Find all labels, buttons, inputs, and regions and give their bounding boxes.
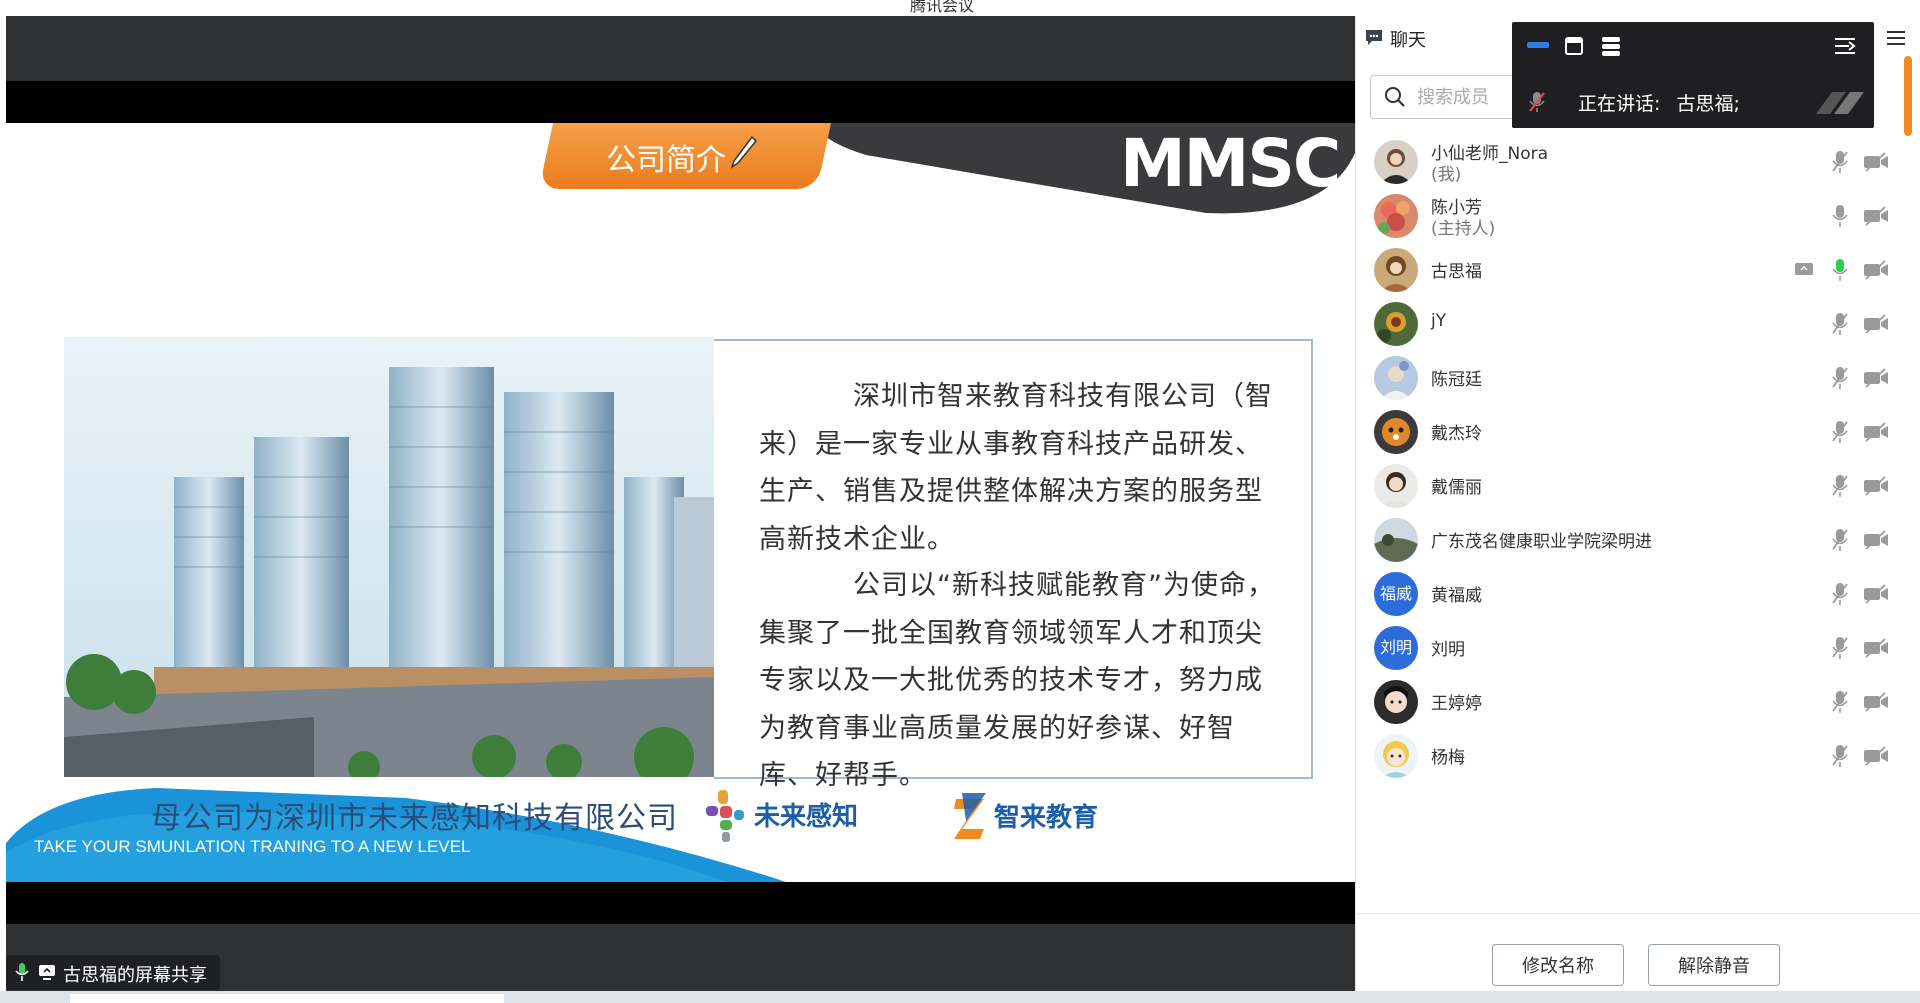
taskbar-item[interactable] [70,994,504,1003]
camera-off-icon[interactable] [1863,152,1889,172]
microphone-icon[interactable] [1831,203,1849,229]
member-name: 刘明 [1431,640,1465,660]
window-title: 腾讯会议 [910,0,975,15]
member-name: 黄福威 [1431,586,1482,606]
avatar: 刘明 [1374,626,1418,670]
avatar [1374,518,1418,562]
english-tagline: TAKE YOUR SMUNLATION TRANING TO A NEW LE… [34,837,471,856]
camera-off-icon[interactable] [1863,638,1889,658]
screen-share-icon [1795,263,1813,275]
member-role: (我) [1431,165,1462,185]
speaking-label: 正在讲话: [1578,93,1661,115]
microphone-muted-icon[interactable] [1831,581,1849,607]
avatar [1374,302,1418,346]
camera-off-icon[interactable] [1863,368,1889,388]
microphone-muted-icon[interactable] [1526,90,1548,114]
taskbar [0,991,1920,1003]
avatar [1374,464,1418,508]
layout-list-icon[interactable] [1600,35,1622,57]
brand-logo-text: MMSC [1120,125,1341,202]
intro-paragraph-2: 公司以“新科技赋能教育”为使命，集聚了一批全国教育领域领军人才和顶尖专家以及一大… [759,570,1275,791]
shared-screen-stage: 公司简介 MMSC 深圳市智来教育科技有限公司（智来）是一家专业从事教育科技产品… [6,16,1355,991]
microphone-muted-icon[interactable] [1831,473,1849,499]
window-icon[interactable] [1564,36,1584,56]
member-name: 戴儒丽 [1431,478,1482,498]
collapse-panel-icon[interactable] [1833,35,1857,57]
microphone-muted-icon[interactable] [1831,689,1849,715]
microphone-muted-icon[interactable] [1831,635,1849,661]
screen-share-icon [39,965,55,980]
building-photo [64,337,714,777]
member-row[interactable]: 杨梅 [1356,723,1920,789]
speaker-thumbnail [1816,92,1864,114]
microphone-muted-icon[interactable] [1831,419,1849,445]
camera-off-icon[interactable] [1863,530,1889,550]
presentation-slide: 公司简介 MMSC 深圳市智来教育科技有限公司（智来）是一家专业从事教育科技产品… [6,123,1355,882]
microphone-muted-icon[interactable] [1831,743,1849,769]
member-name: 古思福 [1431,262,1482,282]
member-name: 王婷婷 [1431,694,1482,714]
camera-off-icon[interactable] [1863,692,1889,712]
camera-off-icon[interactable] [1863,476,1889,496]
speaking-name: 古思福; [1676,93,1740,115]
letterbox-top [6,81,1355,123]
microphone-muted-icon[interactable] [1831,149,1849,175]
microphone-active-icon[interactable] [1831,257,1849,283]
camera-off-icon[interactable] [1863,206,1889,226]
tab-chat-label: 聊天 [1390,30,1426,51]
window-titlebar: 腾讯会议 [0,0,1920,16]
zhilai-logo-mark-icon [954,793,986,839]
microphone-muted-icon[interactable] [1831,527,1849,553]
member-name: 广东茂名健康职业学院梁明进 [1431,532,1652,552]
avatar [1374,248,1418,292]
camera-off-icon[interactable] [1863,746,1889,766]
letterbox-bottom [6,882,1355,924]
microphone-muted-icon[interactable] [1831,365,1849,391]
avatar: 福威 [1374,572,1418,616]
chat-bubble-icon [1366,30,1382,45]
microphone-active-icon [15,963,29,981]
avatar [1374,194,1418,238]
camera-off-icon[interactable] [1863,422,1889,442]
menu-icon[interactable] [1885,28,1907,48]
zhilai-logo-name: 智来教育 [994,803,1099,833]
company-intro-textbox: 深圳市智来教育科技有限公司（智来）是一家专业从事教育科技产品研发、生产、销售及提… [714,339,1313,791]
pen-icon [730,135,758,169]
screen-share-label: 古思福的屏幕共享 [6,955,220,990]
unmute-button[interactable]: 解除静音 [1648,944,1780,986]
microphone-muted-icon[interactable] [1831,311,1849,337]
camera-off-icon[interactable] [1863,314,1889,334]
screen-share-text: 古思福的屏幕共享 [63,965,207,986]
member-name: 陈冠廷 [1431,370,1482,390]
parent-company-text: 母公司为深圳市未来感知科技有限公司 [151,801,678,836]
panel-footer: 修改名称 解除静音 [1356,913,1920,992]
speaking-indicator: 正在讲话: 古思福; [1578,89,1740,116]
member-list: 小仙老师_Nora (我) 陈小芳 (主持人) 古思福 jY 陈冠廷 戴杰玲 戴… [1356,129,1920,929]
weilai-logo-name: 未来感知 [754,802,859,832]
member-name: 杨梅 [1431,748,1465,768]
member-name: 戴杰玲 [1431,424,1482,444]
camera-off-icon[interactable] [1863,260,1889,280]
slide-tag-label: 公司简介 [606,144,726,177]
avatar [1374,410,1418,454]
minimize-icon[interactable] [1527,42,1549,48]
search-icon [1385,87,1405,107]
intro-paragraph-1: 深圳市智来教育科技有限公司（智来）是一家专业从事教育科技产品研发、生产、销售及提… [759,381,1273,555]
avatar [1374,140,1418,184]
avatar [1374,356,1418,400]
avatar [1374,734,1418,778]
member-name: jY [1431,311,1447,331]
avatar [1374,680,1418,724]
members-panel: 聊天 小仙老师_Nora (我) 陈小芳 [1355,16,1920,992]
camera-off-icon[interactable] [1863,584,1889,604]
weilai-logo-mark-icon [706,790,744,842]
floating-toolbar: 正在讲话: 古思福; [1512,22,1874,128]
rename-button[interactable]: 修改名称 [1492,944,1624,986]
member-list-scrollbar[interactable] [1904,56,1912,136]
member-role: (主持人) [1431,219,1496,239]
